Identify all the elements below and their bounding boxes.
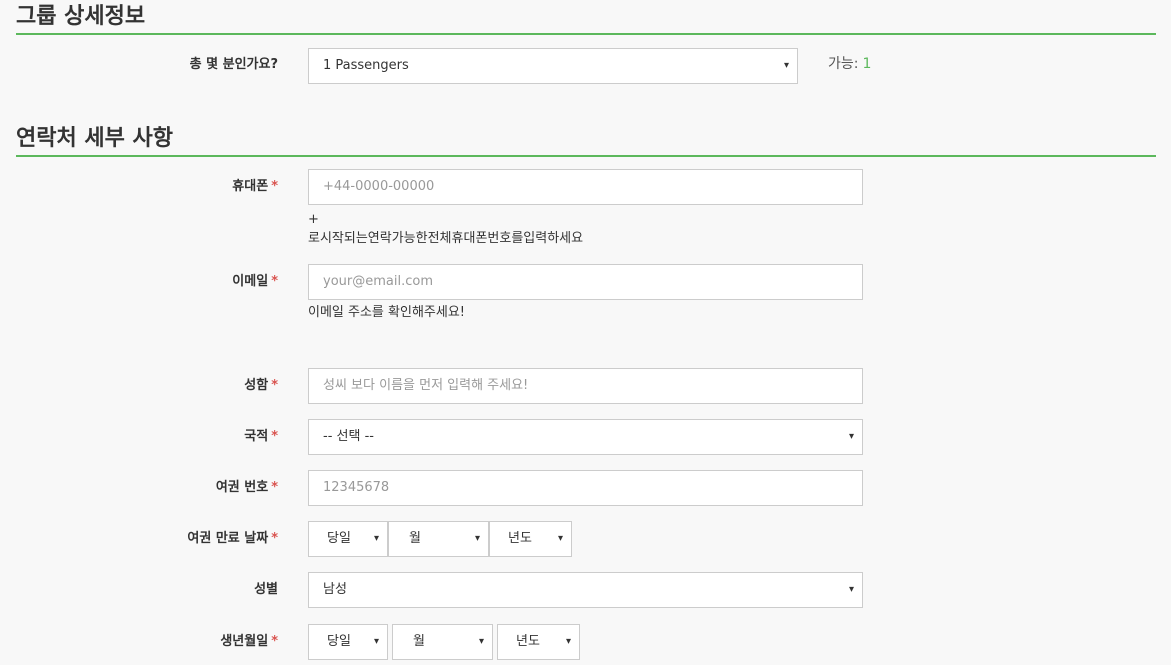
name-input[interactable]: 성씨 보다 이름을 먼저 입력해 주세요!	[308, 368, 863, 404]
contact-details-title: 연락처 세부 사항	[16, 126, 173, 151]
chevron-down-icon: ▾	[783, 60, 789, 71]
phone-label: 휴대폰 *	[232, 179, 278, 194]
availability-indicator: 가능: 1	[828, 53, 871, 73]
email-help-text: 이메일 주소를 확인해주세요!	[308, 305, 465, 320]
passenger-count-label: 총 몇 분인가요?	[189, 57, 278, 72]
passport-expiry-day-select[interactable]: 당일 ▾	[308, 521, 388, 557]
chevron-down-icon: ▾	[373, 636, 379, 647]
nationality-select[interactable]: -- 선택 -- ▾	[308, 419, 863, 455]
chevron-down-icon: ▾	[478, 636, 484, 647]
gender-select[interactable]: 남성 ▾	[308, 572, 863, 608]
required-marker: *	[271, 378, 278, 393]
email-input[interactable]: your@email.com	[308, 264, 863, 300]
birthdate-year-select[interactable]: 년도 ▾	[497, 624, 580, 660]
phone-help-plus: +	[308, 212, 319, 227]
passport-number-input[interactable]: 12345678	[308, 470, 863, 506]
group-details-title: 그룹 상세정보	[16, 4, 146, 29]
group-details-rule	[16, 33, 1156, 35]
passport-expiry-year-select[interactable]: 년도 ▾	[489, 521, 572, 557]
phone-input[interactable]: +44-0000-00000	[308, 169, 863, 205]
phone-help-text: 로시작되는연락가능한전체휴대폰번호를입력하세요	[308, 231, 584, 246]
chevron-down-icon: ▾	[565, 636, 571, 647]
contact-details-rule	[16, 155, 1156, 157]
required-marker: *	[271, 179, 278, 194]
gender-label: 성별	[254, 582, 278, 597]
birthdate-day-select[interactable]: 당일 ▾	[308, 624, 388, 660]
chevron-down-icon: ▾	[557, 533, 563, 544]
chevron-down-icon: ▾	[848, 584, 854, 595]
passport-number-label: 여권 번호 *	[215, 480, 278, 495]
required-marker: *	[271, 274, 278, 289]
nationality-label: 국적 *	[244, 429, 278, 444]
birthdate-month-select[interactable]: 월 ▾	[392, 624, 493, 660]
passport-expiry-month-select[interactable]: 월 ▾	[388, 521, 489, 557]
passenger-count-select[interactable]: 1 Passengers ▾	[308, 48, 798, 84]
passport-expiry-label: 여권 만료 날짜 *	[187, 531, 278, 546]
chevron-down-icon: ▾	[848, 431, 854, 442]
available-label: 가능:	[828, 56, 859, 72]
required-marker: *	[271, 480, 278, 495]
required-marker: *	[271, 429, 278, 444]
chevron-down-icon: ▾	[474, 533, 480, 544]
required-marker: *	[271, 634, 278, 649]
required-marker: *	[271, 531, 278, 546]
birthdate-label: 생년월일 *	[220, 634, 278, 649]
name-label: 성함 *	[244, 378, 278, 393]
available-count: 1	[862, 56, 872, 72]
chevron-down-icon: ▾	[373, 533, 379, 544]
email-label: 이메일 *	[232, 274, 278, 289]
